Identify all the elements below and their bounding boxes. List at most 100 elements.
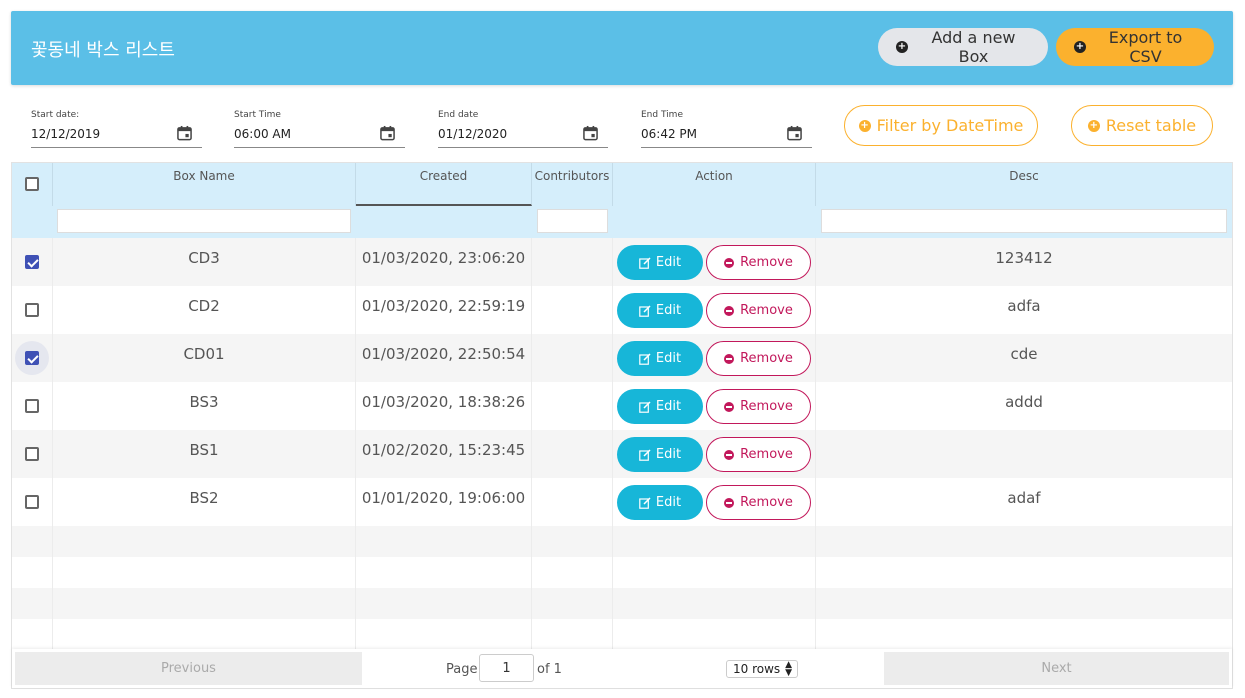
row-select-cell xyxy=(12,478,53,526)
table-row[interactable]: CD2 01/03/2020, 22:59:19 Edit Remove adf… xyxy=(12,286,1232,334)
export-csv-button[interactable]: + Export to CSV xyxy=(1056,28,1214,66)
select-all-header xyxy=(12,163,53,206)
plus-circle-icon: + xyxy=(1074,41,1086,53)
minus-circle-icon xyxy=(724,497,735,508)
action-cell: Edit Remove xyxy=(613,430,816,478)
empty-cell xyxy=(12,588,53,619)
table-row[interactable]: CD3 01/03/2020, 23:06:20 Edit Remove 123… xyxy=(12,238,1232,286)
remove-button[interactable]: Remove xyxy=(706,389,811,424)
rows-per-page-select[interactable]: 10 rows ▲ ▼ xyxy=(726,660,798,678)
created-cell: 01/03/2020, 18:38:26 xyxy=(356,382,532,430)
edit-label: Edit xyxy=(655,495,682,510)
minus-circle-icon xyxy=(724,305,735,316)
calendar-icon[interactable] xyxy=(177,125,192,141)
reset-table-button[interactable]: + Reset table xyxy=(1071,105,1213,146)
table-row[interactable]: CD01 01/03/2020, 22:50:54 Edit Remove cd… xyxy=(12,334,1232,382)
created-cell: 01/01/2020, 19:06:00 xyxy=(356,478,532,526)
end-time-value[interactable]: 06:42 PM xyxy=(641,127,697,141)
filter-datetime-button[interactable]: + Filter by DateTime xyxy=(844,105,1038,146)
column-header-box-name[interactable]: Box Name xyxy=(53,163,356,206)
app-header: 꽃동네 박스 리스트 + Add a new Box + Export to C… xyxy=(11,11,1233,85)
box-name-filter-input[interactable] xyxy=(57,209,351,233)
empty-row xyxy=(12,526,1232,557)
desc-cell xyxy=(816,430,1232,478)
rows-per-page-value: 10 rows xyxy=(733,662,781,676)
column-header-contributors[interactable]: Contributors xyxy=(532,163,613,206)
contributors-filter-input[interactable] xyxy=(537,209,608,233)
box-name-cell: BS2 xyxy=(53,478,356,526)
column-header-created[interactable]: Created xyxy=(356,163,532,206)
remove-label: Remove xyxy=(740,255,793,270)
end-time-label: End Time xyxy=(641,110,683,120)
column-header-action[interactable]: Action xyxy=(613,163,816,206)
row-select-cell xyxy=(12,382,53,430)
row-checkbox[interactable] xyxy=(25,447,39,461)
page-total-label: of 1 xyxy=(537,662,562,677)
table-row[interactable]: BS3 01/03/2020, 18:38:26 Edit Remove add… xyxy=(12,382,1232,430)
created-cell: 01/03/2020, 23:06:20 xyxy=(356,238,532,286)
desc-filter-input[interactable] xyxy=(821,209,1227,233)
row-checkbox[interactable] xyxy=(25,399,39,413)
plus-circle-icon: + xyxy=(858,119,871,132)
edit-button[interactable]: Edit xyxy=(617,437,703,472)
page: 꽃동네 박스 리스트 + Add a new Box + Export to C… xyxy=(0,0,1245,698)
empty-cell xyxy=(356,557,532,588)
row-checkbox[interactable] xyxy=(25,255,39,269)
calendar-icon[interactable] xyxy=(787,125,802,141)
empty-cell xyxy=(53,619,356,650)
end-date-value[interactable]: 01/12/2020 xyxy=(438,127,507,141)
edit-icon xyxy=(639,256,651,269)
remove-button[interactable]: Remove xyxy=(706,293,811,328)
row-select-cell xyxy=(12,286,53,334)
table-row[interactable]: BS1 01/02/2020, 15:23:45 Edit Remove xyxy=(12,430,1232,478)
created-cell: 01/02/2020, 15:23:45 xyxy=(356,430,532,478)
edit-label: Edit xyxy=(655,351,682,366)
edit-icon xyxy=(639,400,651,413)
end-date-field[interactable]: End date 01/12/2020 xyxy=(438,108,608,148)
remove-button[interactable]: Remove xyxy=(706,485,811,520)
empty-cell xyxy=(12,526,53,557)
calendar-icon[interactable] xyxy=(380,125,395,141)
box-name-cell: BS3 xyxy=(53,382,356,430)
edit-button[interactable]: Edit xyxy=(617,389,703,424)
edit-icon xyxy=(639,352,651,365)
created-cell: 01/03/2020, 22:59:19 xyxy=(356,286,532,334)
row-checkbox[interactable] xyxy=(25,303,39,317)
box-name-cell: CD01 xyxy=(53,334,356,382)
table-header: Box Name Created Contributors Action Des… xyxy=(12,163,1232,238)
empty-cell xyxy=(532,526,613,557)
box-table: Box Name Created Contributors Action Des… xyxy=(11,162,1233,689)
start-date-field[interactable]: Start date: 12/12/2019 xyxy=(31,108,202,148)
edit-button[interactable]: Edit xyxy=(617,341,703,376)
column-header-desc[interactable]: Desc xyxy=(816,163,1232,206)
next-page-button[interactable]: Next xyxy=(884,652,1229,685)
minus-circle-icon xyxy=(724,257,735,268)
empty-cell xyxy=(532,588,613,619)
page-number-input[interactable]: 1 xyxy=(479,654,534,682)
calendar-icon[interactable] xyxy=(583,125,598,141)
start-date-value[interactable]: 12/12/2019 xyxy=(31,127,100,141)
empty-cell xyxy=(613,557,816,588)
empty-cell xyxy=(356,526,532,557)
start-time-value[interactable]: 06:00 AM xyxy=(234,127,291,141)
empty-cell xyxy=(613,619,816,650)
contributors-cell xyxy=(532,286,613,334)
box-name-cell: CD2 xyxy=(53,286,356,334)
end-time-field[interactable]: End Time 06:42 PM xyxy=(641,108,812,148)
edit-button[interactable]: Edit xyxy=(617,293,703,328)
remove-button[interactable]: Remove xyxy=(706,437,811,472)
remove-button[interactable]: Remove xyxy=(706,341,811,376)
row-checkbox[interactable] xyxy=(25,351,39,365)
row-checkbox[interactable] xyxy=(25,495,39,509)
previous-page-button[interactable]: Previous xyxy=(15,652,362,685)
remove-button[interactable]: Remove xyxy=(706,245,811,280)
action-cell: Edit Remove xyxy=(613,382,816,430)
table-row[interactable]: BS2 01/01/2020, 19:06:00 Edit Remove ada… xyxy=(12,478,1232,526)
empty-cell xyxy=(53,526,356,557)
start-time-label: Start Time xyxy=(234,110,281,120)
edit-button[interactable]: Edit xyxy=(617,485,703,520)
select-all-checkbox[interactable] xyxy=(25,177,39,191)
add-box-button[interactable]: + Add a new Box xyxy=(878,28,1048,66)
edit-button[interactable]: Edit xyxy=(617,245,703,280)
start-time-field[interactable]: Start Time 06:00 AM xyxy=(234,108,405,148)
